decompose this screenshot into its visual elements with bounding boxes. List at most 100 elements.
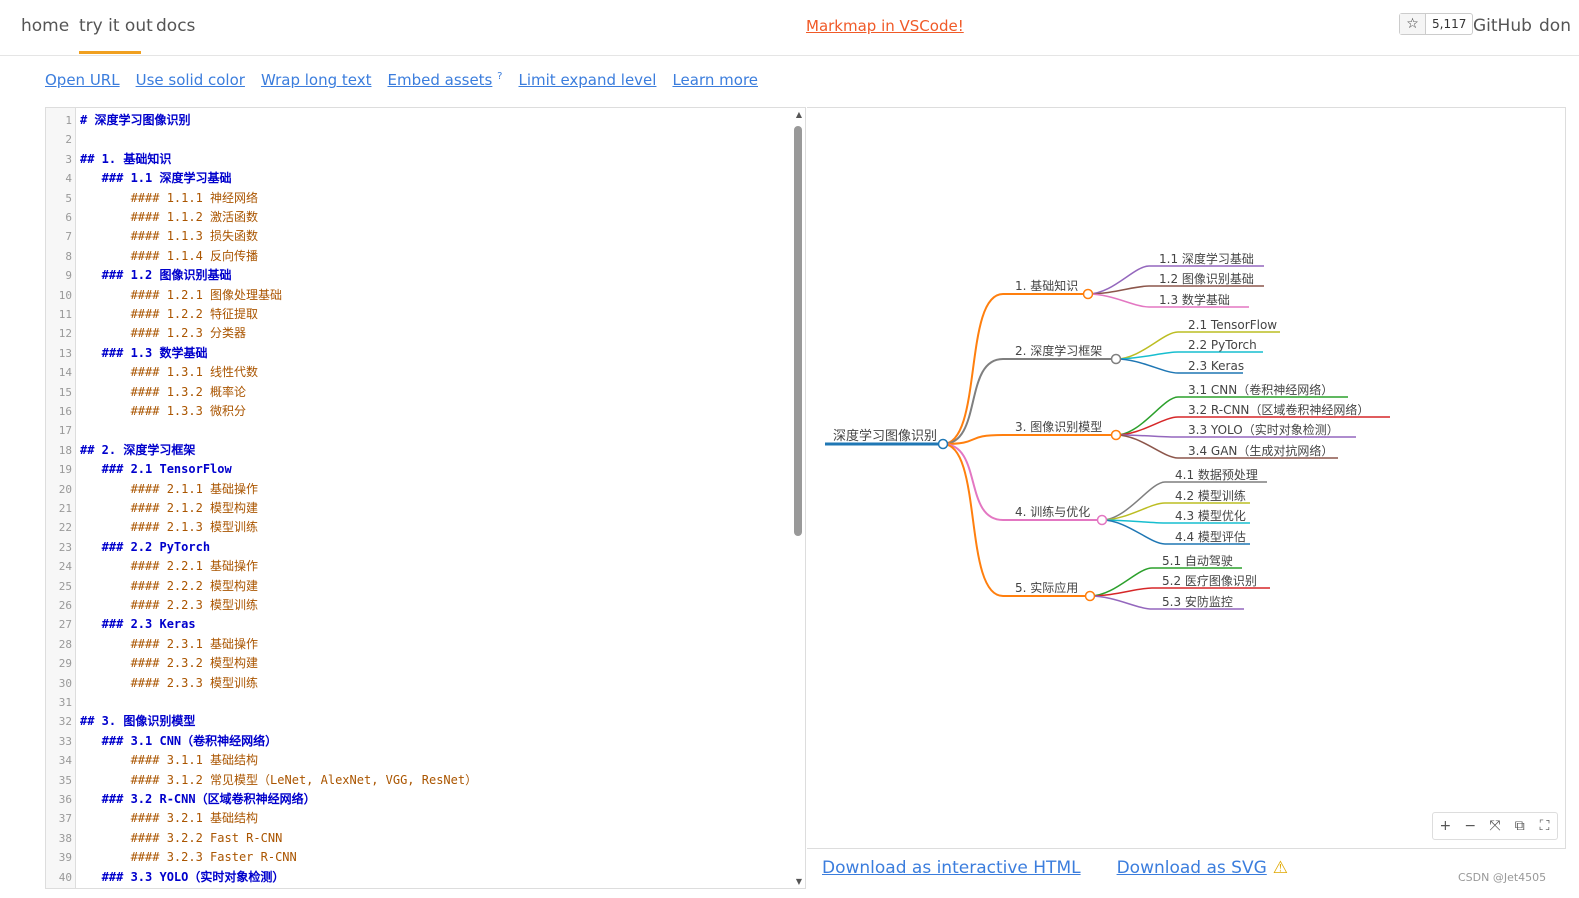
line-number: 32 — [58, 715, 72, 729]
mindmap-svg[interactable]: 深度学习图像识别 1. 基础知识 1.1 深度学习基础 1.2 图像识别基础 1.3 数… — [807, 108, 1566, 850]
mindmap-leaf-node[interactable]: 1.1 深度学习基础 — [1159, 251, 1254, 266]
line-text: # 深度学习图像识别 — [80, 113, 191, 127]
mindmap-leaf-node[interactable]: 4.1 数据预处理 — [1175, 467, 1258, 482]
mindmap-branch-node[interactable]: 5. 实际应用 — [1015, 580, 1078, 595]
branch-toggle-circle[interactable] — [1096, 514, 1108, 526]
fullscreen-icon[interactable]: ⛶ — [1535, 818, 1555, 834]
embed-assets-link[interactable]: Embed assets — [388, 71, 493, 89]
scroll-down-icon[interactable]: ▼ — [796, 877, 802, 886]
line-number: 1 — [65, 114, 72, 127]
nav-donate[interactable]: don — [1539, 16, 1571, 36]
mindmap-leaf-node[interactable]: 3.4 GAN（生成对抗网络） — [1188, 443, 1333, 458]
line-number: 23 — [58, 540, 72, 554]
markdown-editor[interactable]: ▲ ▼ 1 # 深度学习图像识别 2 3 ## 1. 基础知识 4 ### 1.1 深度学… — [45, 107, 806, 889]
mindmap-leaf-node[interactable]: 5.1 自动驾驶 — [1162, 553, 1233, 568]
line-number: 12 — [58, 327, 72, 341]
line-number: 5 — [65, 191, 72, 205]
star-icon: ☆ — [1400, 14, 1426, 34]
mindmap-leaf-node[interactable]: 2.3 Keras — [1188, 359, 1244, 373]
help-icon[interactable]: ? — [497, 71, 502, 82]
mindmap-branch-node[interactable]: 3. 图像识别模型 — [1015, 420, 1102, 434]
mindmap-leaf-node[interactable]: 3.1 CNN（卷积神经网络） — [1188, 382, 1333, 397]
line-text: #### 2.1.1 基础操作 — [80, 481, 259, 496]
line-text: #### 2.1.2 模型构建 — [80, 501, 259, 515]
mindmap-toolbar: + − ⤧ ⧉ ⛶ — [1432, 812, 1558, 840]
branch-toggle-circle[interactable] — [1110, 429, 1122, 441]
editor-scrollbar[interactable]: ▲ ▼ — [791, 108, 805, 888]
nav-try-it-out[interactable]: try it out — [79, 16, 153, 36]
line-number: 16 — [58, 405, 72, 418]
mindmap-root-node[interactable]: 深度学习图像识别 — [833, 428, 937, 444]
solid-color-link[interactable]: Use solid color — [136, 71, 245, 89]
limit-expand-link[interactable]: Limit expand level — [518, 71, 656, 89]
mindmap-leaf-node[interactable]: 1.2 图像识别基础 — [1159, 272, 1254, 286]
line-number: 4 — [65, 172, 72, 186]
line-number: 33 — [58, 734, 72, 748]
line-number: 9 — [65, 269, 72, 283]
download-svg-link[interactable]: Download as SVG — [1117, 858, 1267, 878]
nav-home[interactable]: home — [21, 16, 69, 36]
line-text: #### 2.3.1 基础操作 — [80, 636, 259, 651]
github-star-button[interactable]: ☆ 5,117 — [1399, 13, 1474, 35]
branch-toggle-circle[interactable] — [1082, 288, 1094, 300]
line-text: ### 3.1 CNN（卷积神经网络） — [80, 733, 278, 748]
watermark: CSDN @Jet4505 — [1458, 871, 1547, 884]
branch-link — [942, 434, 1116, 445]
mindmap-leaf-node[interactable]: 1.3 数学基础 — [1159, 292, 1230, 307]
mindmap-leaf-node[interactable]: 4.3 模型优化 — [1175, 509, 1246, 523]
line-number: 25 — [58, 579, 72, 593]
download-html-link[interactable]: Download as interactive HTML — [822, 858, 1081, 878]
line-text: #### 1.1.3 损失函数 — [80, 229, 259, 244]
line-text: #### 1.3.1 线性代数 — [80, 365, 259, 380]
line-text: ### 1.1 深度学习基础 — [80, 171, 232, 186]
mindmap-leaf-node[interactable]: 5.3 安防监控 — [1162, 594, 1233, 609]
line-number: 15 — [58, 385, 72, 399]
line-text: ### 3.2 R-CNN（区域卷积神经网络） — [80, 792, 316, 806]
line-text: #### 2.2.1 基础操作 — [80, 559, 259, 574]
mindmap-leaf-node[interactable]: 3.3 YOLO（实时对象检测） — [1188, 422, 1339, 437]
mindmap-branch-node[interactable]: 1. 基础知识 — [1015, 279, 1078, 293]
branch-toggle-circle[interactable] — [1110, 353, 1122, 365]
scroll-thumb[interactable] — [794, 126, 802, 536]
mindmap-leaf-node[interactable]: 2.2 PyTorch — [1188, 338, 1257, 352]
line-number: 34 — [58, 754, 72, 768]
branch-toggle-circle[interactable] — [1084, 590, 1096, 602]
line-text: #### 3.1.1 基础结构 — [80, 753, 259, 768]
line-text: #### 3.2.3 Faster R-CNN — [80, 850, 297, 865]
line-number: 38 — [58, 831, 72, 845]
toggle-icon[interactable]: ⧉ — [1510, 818, 1530, 834]
line-text: ## 2. 深度学习框架 — [80, 442, 196, 457]
nav-github[interactable]: GitHub — [1473, 16, 1532, 36]
line-number: 37 — [58, 812, 72, 826]
line-number: 40 — [58, 870, 72, 884]
mindmap-leaf-node[interactable]: 4.4 模型评估 — [1175, 530, 1246, 544]
line-number: 35 — [58, 773, 72, 787]
fit-icon[interactable]: ⤧ — [1485, 818, 1505, 834]
learn-more-link[interactable]: Learn more — [672, 71, 758, 89]
line-text: #### 3.2.1 基础结构 — [80, 811, 259, 826]
wrap-text-link[interactable]: Wrap long text — [261, 71, 372, 89]
line-number: 27 — [58, 618, 72, 632]
line-number: 3 — [65, 152, 72, 166]
root-toggle-circle[interactable] — [937, 438, 949, 450]
line-text: #### 1.1.4 反向传播 — [80, 248, 259, 263]
mindmap-leaf-node[interactable]: 5.2 医疗图像识别 — [1162, 574, 1257, 588]
mindmap-branch-node[interactable]: 2. 深度学习框架 — [1015, 343, 1102, 358]
nav-docs[interactable]: docs — [156, 16, 195, 36]
zoom-in-icon[interactable]: + — [1435, 818, 1455, 834]
open-url-link[interactable]: Open URL — [45, 71, 120, 89]
line-number: 17 — [58, 424, 72, 438]
line-text: #### 1.1.1 神经网络 — [80, 190, 259, 205]
line-text: #### 3.2.2 Fast R-CNN — [80, 830, 283, 845]
line-text: ## 3. 图像识别模型 — [80, 714, 196, 729]
vscode-promo-link[interactable]: Markmap in VSCode! — [806, 17, 964, 35]
mindmap-leaf-node[interactable]: 3.2 R-CNN（区域卷积神经网络） — [1188, 402, 1369, 417]
line-number: 6 — [65, 211, 72, 224]
mindmap-panel[interactable]: 深度学习图像识别 1. 基础知识 1.1 深度学习基础 1.2 图像识别基础 1.3 数… — [807, 107, 1566, 849]
mindmap-leaf-node[interactable]: 2.1 TensorFlow — [1188, 318, 1277, 332]
mindmap-branch-node[interactable]: 4. 训练与优化 — [1015, 504, 1090, 519]
mindmap-leaf-node[interactable]: 4.2 模型训练 — [1175, 488, 1246, 503]
zoom-out-icon[interactable]: − — [1460, 818, 1480, 834]
line-text: #### 1.1.2 激活函数 — [80, 210, 259, 224]
scroll-up-icon[interactable]: ▲ — [796, 110, 802, 119]
